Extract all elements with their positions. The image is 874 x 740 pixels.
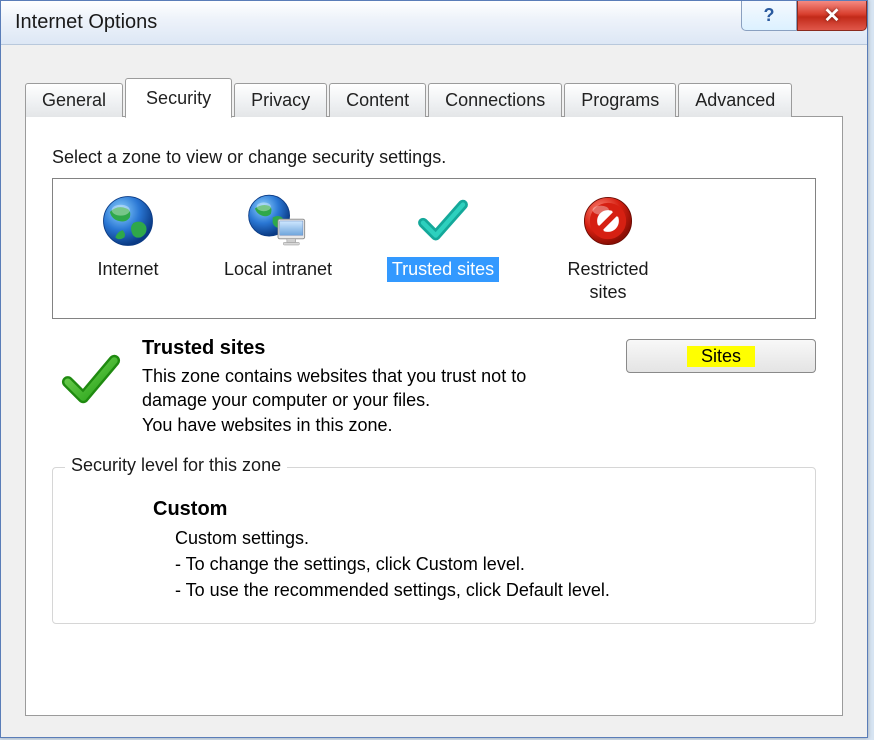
- globe-monitor-icon: [246, 189, 310, 253]
- level-heading: Custom: [153, 498, 787, 521]
- tab-connections[interactable]: Connections: [428, 83, 562, 117]
- zone-label: Internet: [92, 257, 163, 282]
- close-button[interactable]: ✕: [797, 1, 867, 31]
- tab-label: Programs: [581, 90, 659, 110]
- internet-options-window: Internet Options ? ✕ General Security Pr…: [0, 0, 868, 738]
- zone-label: Trusted sites: [387, 257, 499, 282]
- zone-trusted-sites[interactable]: Trusted sites: [363, 187, 523, 286]
- titlebar: Internet Options ? ✕: [1, 1, 867, 45]
- tab-label: General: [42, 90, 106, 110]
- tab-label: Content: [346, 90, 409, 110]
- zone-internet[interactable]: Internet: [63, 187, 193, 286]
- tab-label: Advanced: [695, 90, 775, 110]
- level-line: - To use the recommended settings, click…: [175, 580, 610, 600]
- tab-advanced[interactable]: Advanced: [678, 83, 792, 117]
- tab-label: Privacy: [251, 90, 310, 110]
- sites-button[interactable]: Sites: [626, 339, 816, 373]
- tab-security[interactable]: Security: [125, 78, 232, 118]
- zone-instruction: Select a zone to view or change security…: [52, 147, 816, 168]
- dialog-content: General Security Privacy Content Connect…: [1, 45, 867, 716]
- window-title: Internet Options: [15, 11, 157, 34]
- tab-programs[interactable]: Programs: [564, 83, 676, 117]
- group-title: Security level for this zone: [65, 455, 287, 476]
- tab-label: Security: [146, 88, 211, 108]
- window-buttons: ? ✕: [741, 1, 867, 31]
- zone-heading: Trusted sites: [142, 337, 584, 360]
- level-line: Custom settings.: [175, 528, 309, 548]
- zone-label: Restrictedsites: [562, 257, 653, 304]
- tab-strip: General Security Privacy Content Connect…: [25, 77, 843, 116]
- level-body: Custom settings. - To change the setting…: [153, 525, 787, 603]
- checkmark-green-icon: [60, 349, 122, 411]
- sites-button-wrap: Sites: [596, 337, 816, 373]
- level-line: - To change the settings, click Custom l…: [175, 554, 525, 574]
- tab-label: Connections: [445, 90, 545, 110]
- security-level-group: Security level for this zone Custom Cust…: [52, 467, 816, 624]
- checkmark-icon: [411, 189, 475, 253]
- tab-privacy[interactable]: Privacy: [234, 83, 327, 117]
- sites-button-label: Sites: [687, 346, 755, 367]
- tab-panel-security: Select a zone to view or change security…: [25, 116, 843, 716]
- close-icon: ✕: [824, 3, 841, 28]
- tab-general[interactable]: General: [25, 83, 123, 117]
- zone-description-text: Trusted sites This zone contains website…: [142, 337, 584, 437]
- zone-restricted-sites[interactable]: Restrictedsites: [523, 187, 693, 308]
- zones-listbox: Internet: [52, 178, 816, 319]
- zone-body-line: You have websites in this zone.: [142, 415, 393, 435]
- zone-body-line: This zone contains websites that you tru…: [142, 366, 526, 410]
- zone-description-row: Trusted sites This zone contains website…: [52, 337, 816, 437]
- zone-local-intranet[interactable]: Local intranet: [193, 187, 363, 286]
- zone-body: This zone contains websites that you tru…: [142, 364, 584, 437]
- help-button[interactable]: ?: [741, 1, 797, 31]
- globe-icon: [96, 189, 160, 253]
- tab-content[interactable]: Content: [329, 83, 426, 117]
- no-entry-icon: [576, 189, 640, 253]
- help-icon: ?: [764, 5, 775, 26]
- zone-label: Local intranet: [219, 257, 337, 282]
- zone-big-icon: [52, 337, 130, 411]
